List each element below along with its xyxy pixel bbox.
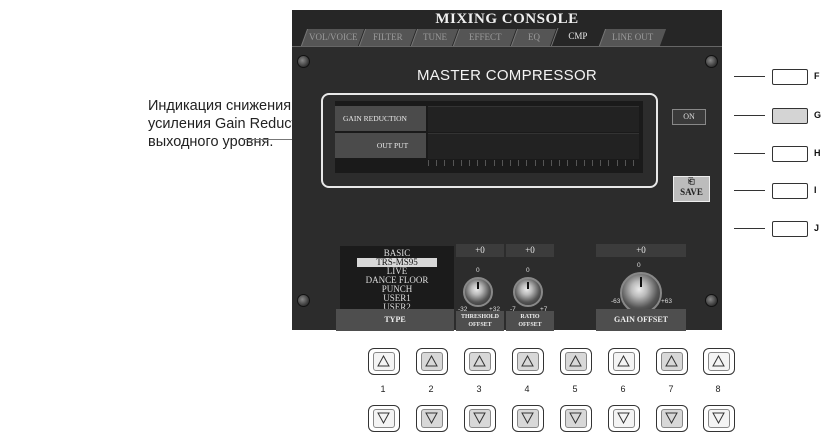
gain-scale-min: -63 [611,298,621,305]
button-number: 2 [428,384,434,394]
on-button[interactable]: ON [672,109,706,125]
triangle-up-icon [425,355,438,367]
side-leader-line [734,115,765,116]
meters-highlight-frame [321,93,658,188]
side-button-h[interactable] [772,146,808,162]
up-button-2[interactable] [416,348,448,375]
down-button-4[interactable] [512,405,544,432]
side-label-g: G [814,110,822,120]
type-list[interactable]: BASIC TRS-MS95 LIVE DANCE FLOOR PUNCH US… [340,246,454,312]
side-button-i[interactable] [772,183,808,199]
triangle-down-icon [473,412,486,424]
button-number: 1 [380,384,386,394]
console-title: MIXING CONSOLE [435,11,579,27]
side-label-j: J [814,223,820,233]
threshold-label: THRESHOLD OFFSET [456,311,504,331]
side-button-f[interactable] [772,69,808,85]
gain-scale-max: +63 [661,298,673,305]
button-number: 6 [620,384,626,394]
side-leader-line [734,190,765,191]
side-leader-line [734,76,765,77]
down-button-6[interactable] [608,405,640,432]
triangle-down-icon [521,412,534,424]
screw-icon [705,294,718,307]
down-button-3[interactable] [464,405,496,432]
triangle-down-icon [569,412,582,424]
ratio-scale-center: 0 [526,267,530,274]
threshold-knob[interactable] [463,277,493,307]
triangle-down-icon [377,412,390,424]
button-number: 7 [668,384,674,394]
up-button-7[interactable] [656,348,688,375]
triangle-down-icon [617,412,630,424]
up-button-1[interactable] [368,348,400,375]
button-number: 4 [524,384,530,394]
tab-cmp[interactable]: CMP [550,28,605,47]
tab-effect[interactable]: EFFECT [452,29,517,46]
gain-value: +0 [596,244,686,257]
up-button-3[interactable] [464,348,496,375]
ratio-knob[interactable] [513,277,543,307]
gain-knob[interactable] [620,272,662,314]
triangle-up-icon [569,355,582,367]
down-button-1[interactable] [368,405,400,432]
section-title: MASTER COMPRESSOR [416,67,598,84]
down-button-7[interactable] [656,405,688,432]
up-button-8[interactable] [703,348,735,375]
up-button-5[interactable] [560,348,592,375]
triangle-up-icon [473,355,486,367]
button-number: 8 [715,384,721,394]
screw-icon [297,294,310,307]
tab-tune[interactable]: TUNE [410,29,459,46]
gain-label: GAIN OFFSET [596,309,686,331]
save-button[interactable]: ⎗ SAVE [673,176,710,202]
threshold-scale-center: 0 [476,267,480,274]
down-button-5[interactable] [560,405,592,432]
tab-vol-voice[interactable]: VOL/VOICE [300,29,365,46]
side-leader-line [734,228,765,229]
side-button-j[interactable] [772,221,808,237]
side-leader-line [734,153,765,154]
side-label-f: F [814,71,820,81]
triangle-down-icon [425,412,438,424]
side-label-h: H [814,148,821,158]
button-number: 5 [572,384,578,394]
down-button-8[interactable] [703,405,735,432]
tab-filter[interactable]: FILTER [358,29,417,46]
type-label: TYPE [336,309,454,331]
side-label-i: I [814,185,817,195]
triangle-up-icon [665,355,678,367]
triangle-down-icon [665,412,678,424]
threshold-value: +0 [456,244,504,257]
save-icon: ⎗ [688,177,695,186]
up-button-6[interactable] [608,348,640,375]
gain-scale-center: 0 [637,262,641,269]
triangle-up-icon [712,355,725,367]
side-button-g[interactable] [772,108,808,124]
triangle-down-icon [712,412,725,424]
up-button-4[interactable] [512,348,544,375]
triangle-up-icon [377,355,390,367]
button-number: 3 [476,384,482,394]
triangle-up-icon [521,355,534,367]
down-button-2[interactable] [416,405,448,432]
tab-line-out[interactable]: LINE OUT [598,29,667,46]
tab-eq[interactable]: EQ [510,29,557,46]
triangle-up-icon [617,355,630,367]
ratio-label: RATIO OFFSET [506,311,554,331]
ratio-value: +0 [506,244,554,257]
